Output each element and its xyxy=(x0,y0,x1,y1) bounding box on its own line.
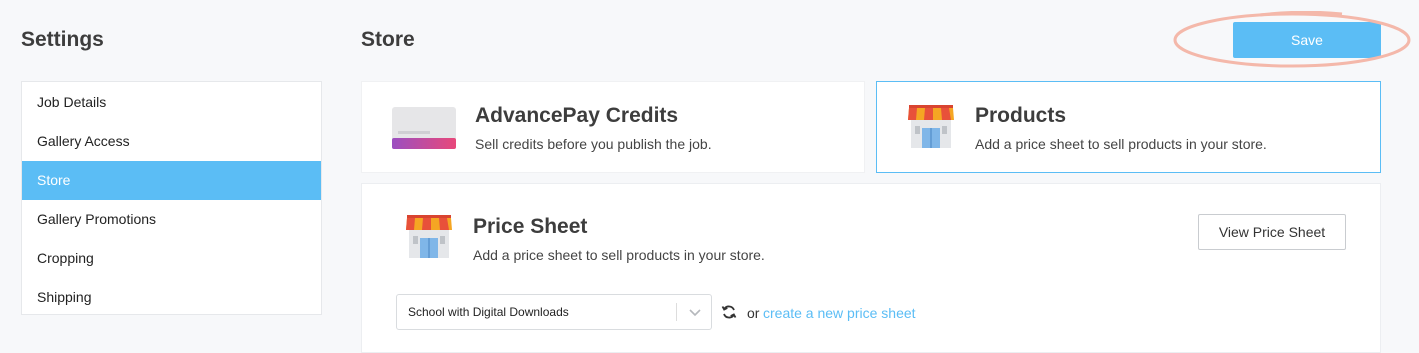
price-sheet-panel: Price Sheet Add a price sheet to sell pr… xyxy=(361,183,1381,353)
card-description: Add a price sheet to sell products in yo… xyxy=(975,136,1267,152)
sidebar-item-store[interactable]: Store xyxy=(22,161,321,200)
card-title: Products xyxy=(975,104,1067,127)
sidebar-title: Settings xyxy=(21,28,104,51)
sidebar-item-shipping[interactable]: Shipping xyxy=(22,278,321,317)
price-sheet-description: Add a price sheet to sell products in yo… xyxy=(473,247,765,263)
price-sheet-title: Price Sheet xyxy=(473,215,588,238)
sidebar-item-gallery-promotions[interactable]: Gallery Promotions xyxy=(22,200,321,239)
sidebar-item-cropping[interactable]: Cropping xyxy=(22,239,321,278)
price-sheet-select[interactable]: School with Digital Downloads xyxy=(396,294,712,330)
sidebar-item-job-details[interactable]: Job Details xyxy=(22,83,321,122)
save-button[interactable]: Save xyxy=(1233,22,1381,58)
page-title: Store xyxy=(361,28,415,51)
select-divider xyxy=(676,303,677,321)
storefront-icon xyxy=(406,215,452,258)
view-price-sheet-button[interactable]: View Price Sheet xyxy=(1198,214,1346,250)
card-description: Sell credits before you publish the job. xyxy=(475,136,712,152)
credit-card-icon xyxy=(392,107,456,149)
refresh-icon[interactable] xyxy=(721,304,737,320)
chevron-down-icon xyxy=(689,309,701,317)
sidebar-item-gallery-access[interactable]: Gallery Access xyxy=(22,122,321,161)
card-title: AdvancePay Credits xyxy=(475,104,679,127)
settings-sidebar: Job Details Gallery Access Store Gallery… xyxy=(21,81,322,315)
products-card[interactable]: Products Add a price sheet to sell produ… xyxy=(876,81,1381,173)
storefront-icon xyxy=(908,105,954,148)
select-value: School with Digital Downloads xyxy=(408,305,569,319)
create-price-sheet-link[interactable]: create a new price sheet xyxy=(763,305,916,321)
advancepay-credits-card[interactable]: AdvancePay Credits Sell credits before y… xyxy=(361,81,865,173)
or-text: or xyxy=(747,305,760,321)
